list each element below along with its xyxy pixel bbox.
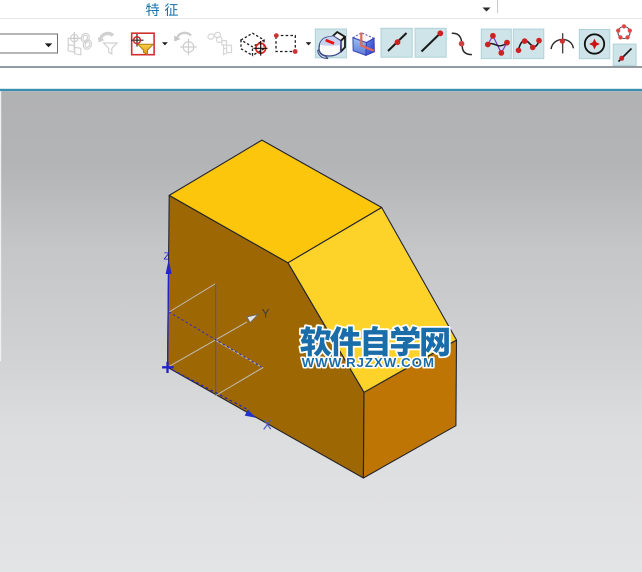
- svg-text:WWW.RJZXW.COM: WWW.RJZXW.COM: [302, 355, 435, 370]
- svg-text:Y: Y: [262, 308, 270, 320]
- svg-text:Z: Z: [164, 250, 171, 262]
